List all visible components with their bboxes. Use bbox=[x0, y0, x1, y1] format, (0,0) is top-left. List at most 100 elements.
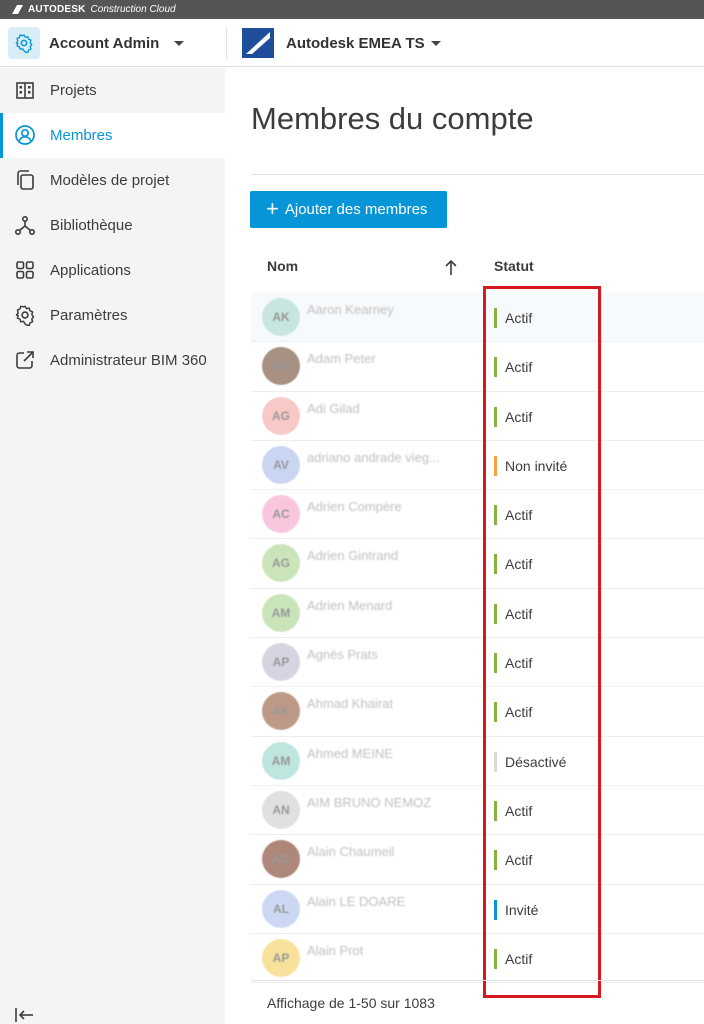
status-badge: Désactivé bbox=[494, 751, 567, 772]
status-indicator bbox=[494, 800, 497, 821]
member-name[interactable]: Alain LE DOARE bbox=[307, 894, 467, 909]
brand-bar: AUTODESK Construction Cloud bbox=[0, 0, 704, 19]
library-icon bbox=[14, 215, 36, 236]
external-link-icon bbox=[16, 351, 34, 369]
status-label: Actif bbox=[505, 950, 533, 967]
status-label: Actif bbox=[505, 852, 533, 869]
sort-ascending-icon[interactable] bbox=[444, 259, 458, 277]
main-content: Membres du compte + Ajouter des membres … bbox=[226, 68, 704, 1024]
apps-grid-icon bbox=[16, 261, 34, 279]
status-label: Invité bbox=[505, 901, 539, 918]
member-name[interactable]: Aaron Kearney bbox=[307, 302, 467, 317]
sidebar-item-bim360-admin[interactable]: Administrateur BIM 360 bbox=[0, 338, 225, 383]
status-badge: Actif bbox=[494, 357, 533, 378]
collapse-sidebar-icon[interactable] bbox=[14, 1006, 36, 1024]
status-indicator bbox=[494, 455, 497, 476]
avatar: AV bbox=[262, 445, 300, 484]
member-name[interactable]: Ahmad Khairat bbox=[307, 696, 467, 711]
sidebar-item-projets[interactable]: Projets bbox=[0, 68, 225, 113]
avatar: AG bbox=[262, 544, 300, 583]
status-label: Actif bbox=[505, 359, 533, 376]
add-members-label: Ajouter des membres bbox=[284, 201, 428, 218]
table-row[interactable]: AG Adi Gilad Actif bbox=[251, 392, 704, 441]
footer-divider bbox=[251, 980, 704, 981]
app-header: Account Admin Autodesk EMEA TS bbox=[0, 19, 704, 67]
brand-name: AUTODESK bbox=[28, 4, 86, 15]
avatar: AN bbox=[262, 790, 300, 829]
table-row[interactable]: AN AIM BRUNO NEMOZ Actif bbox=[251, 786, 704, 836]
status-label: Actif bbox=[505, 408, 533, 425]
active-indicator bbox=[0, 113, 3, 158]
status-label: Actif bbox=[505, 655, 533, 672]
table-row[interactable]: AK Aaron Kearney Actif bbox=[251, 293, 704, 343]
table-row[interactable]: AL Alain LE DOARE Invité bbox=[251, 885, 704, 934]
sidebar-item-label: Projets bbox=[50, 82, 97, 99]
member-name[interactable]: Adrien Menard bbox=[307, 598, 467, 613]
table-row[interactable]: AC Adrien Compère Actif bbox=[251, 490, 704, 540]
member-name[interactable]: Agnès Prats bbox=[307, 647, 467, 662]
account-switcher[interactable]: Account Admin bbox=[8, 26, 185, 60]
sidebar-item-parametres[interactable]: Paramètres bbox=[0, 293, 225, 338]
status-indicator bbox=[494, 702, 497, 723]
avatar: AC bbox=[262, 495, 300, 534]
brand-subtitle: Construction Cloud bbox=[90, 4, 176, 15]
status-indicator bbox=[494, 505, 497, 526]
add-members-button[interactable]: + Ajouter des membres bbox=[250, 191, 447, 228]
copy-icon bbox=[17, 170, 34, 190]
member-name[interactable]: AIM BRUNO NEMOZ bbox=[307, 795, 467, 810]
table-row[interactable]: AV adriano andrade vieg... Non invité bbox=[251, 441, 704, 491]
status-badge: Actif bbox=[494, 850, 533, 871]
status-badge: Actif bbox=[494, 554, 532, 575]
pagination-summary: Affichage de 1-50 sur 1083 bbox=[267, 995, 435, 1011]
status-indicator bbox=[494, 751, 497, 772]
avatar: AC bbox=[262, 840, 300, 879]
status-badge: Actif bbox=[494, 603, 532, 624]
sidebar-item-label: Applications bbox=[50, 262, 131, 279]
status-indicator bbox=[494, 899, 497, 920]
account-admin-icon bbox=[8, 27, 40, 59]
table-row[interactable]: AK Ahmad Khairat Actif bbox=[251, 687, 704, 737]
status-badge: Actif bbox=[494, 653, 533, 674]
sidebar-item-label: Modèles de projet bbox=[50, 172, 170, 189]
table-row[interactable]: AP Alain Prot Actif bbox=[251, 934, 704, 984]
chevron-down-icon bbox=[430, 40, 441, 46]
status-indicator bbox=[494, 406, 497, 427]
avatar: AM bbox=[262, 593, 300, 632]
status-label: Actif bbox=[505, 704, 533, 721]
table-row[interactable]: AP Agnès Prats Actif bbox=[251, 638, 704, 688]
gear-icon bbox=[15, 34, 33, 53]
sidebar-item-membres[interactable]: Membres bbox=[0, 113, 225, 158]
page-title: Membres du compte bbox=[251, 101, 534, 136]
member-name[interactable]: Adi Gilad bbox=[307, 401, 467, 416]
members-table: AK Aaron Kearney Actif AP Adam Peter Actif AG A… bbox=[251, 293, 704, 984]
table-row[interactable]: AM Ahmed MEINE Désactivé bbox=[251, 737, 704, 786]
avatar: AL bbox=[262, 889, 300, 928]
member-name[interactable]: Adam Peter bbox=[307, 351, 467, 366]
hub-label: Autodesk EMEA TS bbox=[286, 34, 425, 52]
status-indicator bbox=[494, 603, 497, 624]
member-name[interactable]: adriano andrade vieg... bbox=[307, 450, 467, 465]
sidebar-item-label: Membres bbox=[50, 127, 113, 144]
member-name[interactable]: Adrien Compère bbox=[307, 499, 467, 514]
table-row[interactable]: AM Adrien Menard Actif bbox=[251, 589, 704, 639]
status-label: Désactivé bbox=[505, 753, 567, 770]
table-row[interactable]: AC Alain Chaumeil Actif bbox=[251, 835, 704, 885]
column-header-name[interactable]: Nom bbox=[267, 258, 298, 274]
status-badge: Invité bbox=[494, 899, 539, 920]
table-row[interactable]: AP Adam Peter Actif bbox=[251, 342, 704, 392]
hub-switcher[interactable]: Autodesk EMEA TS bbox=[242, 26, 441, 60]
sidebar-item-applications[interactable]: Applications bbox=[0, 248, 225, 293]
column-header-status[interactable]: Statut bbox=[494, 258, 534, 274]
status-indicator bbox=[494, 948, 497, 969]
member-name[interactable]: Alain Chaumeil bbox=[307, 844, 467, 859]
status-indicator bbox=[494, 308, 497, 328]
table-row[interactable]: AG Adrien Gintrand Actif bbox=[251, 539, 704, 589]
member-name[interactable]: Ahmed MEINE bbox=[307, 746, 467, 761]
member-name[interactable]: Adrien Gintrand bbox=[307, 548, 467, 563]
sidebar-item-modeles[interactable]: Modèles de projet bbox=[0, 158, 225, 203]
member-name[interactable]: Alain Prot bbox=[307, 943, 467, 958]
avatar: AK bbox=[262, 298, 300, 336]
status-label: Non invité bbox=[505, 457, 568, 474]
sidebar-item-bibliotheque[interactable]: Bibliothèque bbox=[0, 203, 225, 248]
account-admin-label: Account Admin bbox=[49, 34, 160, 52]
